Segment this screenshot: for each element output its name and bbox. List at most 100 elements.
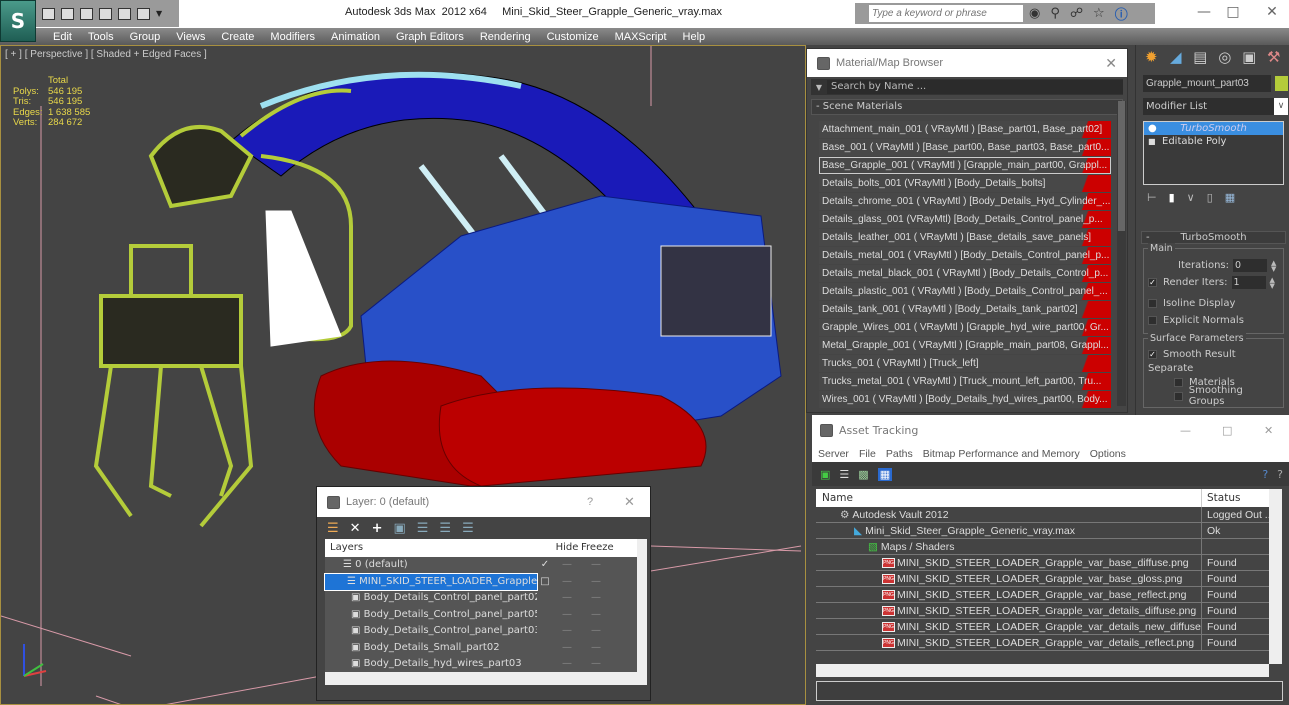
search-input[interactable] [869, 5, 1023, 22]
display-icon[interactable]: ▣ [1240, 48, 1259, 68]
stack-item-editable-poly[interactable]: ■ Editable Poly [1144, 135, 1283, 148]
asset-row[interactable]: PNG MINI_SKID_STEER_LOADER_Grapple_var_de… [816, 603, 1269, 619]
satellite-icon[interactable]: ☍ [1070, 6, 1083, 21]
freeze-toggle[interactable]: — [581, 574, 611, 591]
menu-bitmap-performance[interactable]: Bitmap Performance and Memory [923, 448, 1080, 460]
material-item[interactable]: Trucks_001 ( VRayMtl ) [Truck_left] [819, 355, 1111, 372]
create-layer-icon[interactable]: ☰ [327, 521, 339, 536]
close-icon[interactable]: ✕ [1105, 55, 1117, 72]
current-layer-toggle[interactable] [537, 623, 553, 640]
hide-toggle[interactable]: — [553, 590, 581, 607]
close-button[interactable]: ✕ [624, 494, 635, 510]
help-icon[interactable]: ⓘ [1115, 4, 1128, 23]
asset-row[interactable]: PNG MINI_SKID_STEER_LOADER_Grapple_var_ba… [816, 587, 1269, 603]
modifier-list-dropdown[interactable]: Modifier List ∨ [1143, 98, 1288, 115]
material-item[interactable]: Trucks_metal_001 ( VRayMtl ) [Truck_moun… [819, 373, 1111, 390]
add-to-layer-icon[interactable]: + [372, 521, 383, 536]
open-icon[interactable] [42, 7, 55, 20]
material-item[interactable]: Details_metal_001 ( VRayMtl ) [Body_Deta… [819, 247, 1111, 264]
highlight-layer-icon[interactable]: ☰ [417, 521, 429, 536]
asset-row[interactable]: ▧ Maps / Shaders [816, 539, 1269, 555]
material-item[interactable]: Details_bolts_001 (VRayMtl ) [Body_Detai… [819, 175, 1111, 192]
layer-row[interactable]: ▣ Body_Details_Control_panel_part03 — — [325, 623, 637, 640]
horizontal-scrollbar[interactable] [325, 672, 637, 685]
vertical-scrollbar[interactable] [637, 539, 647, 685]
object-color-swatch[interactable] [1275, 76, 1288, 91]
materials-checkbox[interactable] [1174, 377, 1183, 387]
asset-row[interactable]: PNG MINI_SKID_STEER_LOADER_Grapple_var_de… [816, 619, 1269, 635]
menu-create[interactable]: Create [213, 31, 262, 43]
layer-row[interactable]: ▣ Body_Details_Control_panel_part05 — — [325, 607, 637, 624]
make-unique-icon[interactable]: ∨ [1187, 191, 1195, 207]
menu-edit[interactable]: Edit [45, 31, 80, 43]
hide-toggle[interactable]: — [553, 640, 581, 657]
asset-row[interactable]: PNG MINI_SKID_STEER_LOADER_Grapple_var_ba… [816, 555, 1269, 571]
refresh-icon[interactable]: ▣ [820, 468, 830, 481]
layer-dialog-titlebar[interactable]: Layer: 0 (default) ? ✕ [317, 487, 650, 517]
scene-materials-header[interactable]: - Scene Materials [811, 99, 1123, 115]
select-objects-icon[interactable]: ▣ [393, 521, 405, 536]
thumbnail-view-icon[interactable]: ▩ [858, 468, 868, 481]
current-layer-toggle[interactable]: ✓ [537, 557, 553, 574]
save-icon[interactable] [61, 7, 74, 20]
freeze-toggle[interactable]: — [581, 656, 611, 673]
search-by-name-input[interactable]: Search by Name ... [827, 80, 1123, 94]
menu-paths[interactable]: Paths [886, 448, 913, 460]
asset-row[interactable]: PNG MINI_SKID_STEER_LOADER_Grapple_var_de… [816, 635, 1269, 651]
3dsmax-logo-icon[interactable]: S [0, 0, 36, 42]
stack-item-turbosmooth[interactable]: ● TurboSmooth [1144, 122, 1283, 135]
column-hide[interactable]: Hide [553, 539, 581, 557]
menu-graph-editors[interactable]: Graph Editors [388, 31, 472, 43]
scrollbar-thumb[interactable] [1118, 101, 1125, 231]
maximize-button[interactable]: □ [1218, 4, 1248, 20]
redo-icon[interactable] [137, 7, 150, 20]
spinner-arrows-icon[interactable]: ▲ ▼ [1271, 259, 1279, 272]
delete-layer-icon[interactable]: ✕ [350, 521, 361, 536]
render-iters-spinner[interactable]: 1 [1231, 276, 1266, 289]
menu-help[interactable]: Help [675, 31, 714, 43]
close-button[interactable]: ✕ [1257, 4, 1287, 20]
lightbulb-icon[interactable]: ● [1148, 122, 1157, 135]
minimize-button[interactable]: — [1180, 424, 1191, 437]
freeze-toggle[interactable]: — [581, 640, 611, 657]
freeze-toggle[interactable]: — [581, 590, 611, 607]
layer-row[interactable]: ▣ Body_Details_hyd_wires_part03 — — [325, 656, 637, 673]
freeze-toggle[interactable]: — [581, 607, 611, 624]
current-layer-toggle[interactable]: □ [537, 574, 553, 591]
asset-tracking-titlebar[interactable]: Asset Tracking — □ ✕ [812, 415, 1289, 445]
horizontal-scrollbar[interactable] [816, 664, 1269, 677]
menu-file[interactable]: File [859, 448, 876, 460]
material-item[interactable]: Details_leather_001 ( VRayMtl ) [Base_de… [819, 229, 1111, 246]
remove-modifier-icon[interactable]: ▯ [1207, 191, 1213, 207]
material-item[interactable]: Base_001 ( VRayMtl ) [Base_part00, Base_… [819, 139, 1111, 156]
dropdown-icon[interactable]: ▼ [156, 9, 162, 18]
new-icon[interactable] [80, 7, 93, 20]
material-item[interactable]: Metal_Grapple_001 ( VRayMtl ) [Grapple_m… [819, 337, 1111, 354]
list-view-icon[interactable]: ☰ [839, 468, 849, 481]
binoculars-icon[interactable]: ◉ [1029, 6, 1040, 21]
context-help-icon[interactable]: ? [1277, 468, 1283, 481]
column-layers[interactable]: Layers [325, 539, 537, 557]
smooth-result-checkbox[interactable]: ✓ [1148, 349, 1157, 359]
material-item[interactable]: Grapple_Wires_001 ( VRayMtl ) [Grapple_h… [819, 319, 1111, 336]
configure-modifier-sets-icon[interactable]: ▦ [1225, 191, 1235, 207]
material-item[interactable]: Details_tank_001 ( VRayMtl ) [Body_Detai… [819, 301, 1111, 318]
hide-toggle[interactable]: — [553, 623, 581, 640]
asset-row[interactable]: PNG MINI_SKID_STEER_LOADER_Grapple_var_ba… [816, 571, 1269, 587]
hide-toggle[interactable]: — [553, 574, 581, 591]
asset-row[interactable]: ◣ Mini_Skid_Steer_Grapple_Generic_vray.ma… [816, 523, 1269, 539]
hide-toggle[interactable]: — [553, 557, 581, 574]
menu-animation[interactable]: Animation [323, 31, 388, 43]
motion-icon[interactable]: ◎ [1216, 48, 1235, 68]
smoothing-groups-checkbox[interactable] [1174, 391, 1183, 401]
utilities-icon[interactable]: ⚒ [1265, 48, 1284, 68]
minimize-button[interactable]: — [1189, 4, 1219, 20]
wrench-icon[interactable]: ⚲ [1050, 6, 1060, 21]
material-item[interactable]: Details_chrome_001 ( VRayMtl ) [Body_Det… [819, 193, 1111, 210]
options-dropdown-icon[interactable]: ▼ [811, 83, 827, 92]
iterations-spinner[interactable]: 0 [1233, 259, 1267, 272]
modify-icon[interactable]: ◢ [1167, 48, 1186, 68]
table-view-icon[interactable]: ▦ [877, 467, 893, 481]
column-status[interactable]: Status [1202, 489, 1269, 507]
create-icon[interactable]: ✹ [1142, 48, 1161, 68]
